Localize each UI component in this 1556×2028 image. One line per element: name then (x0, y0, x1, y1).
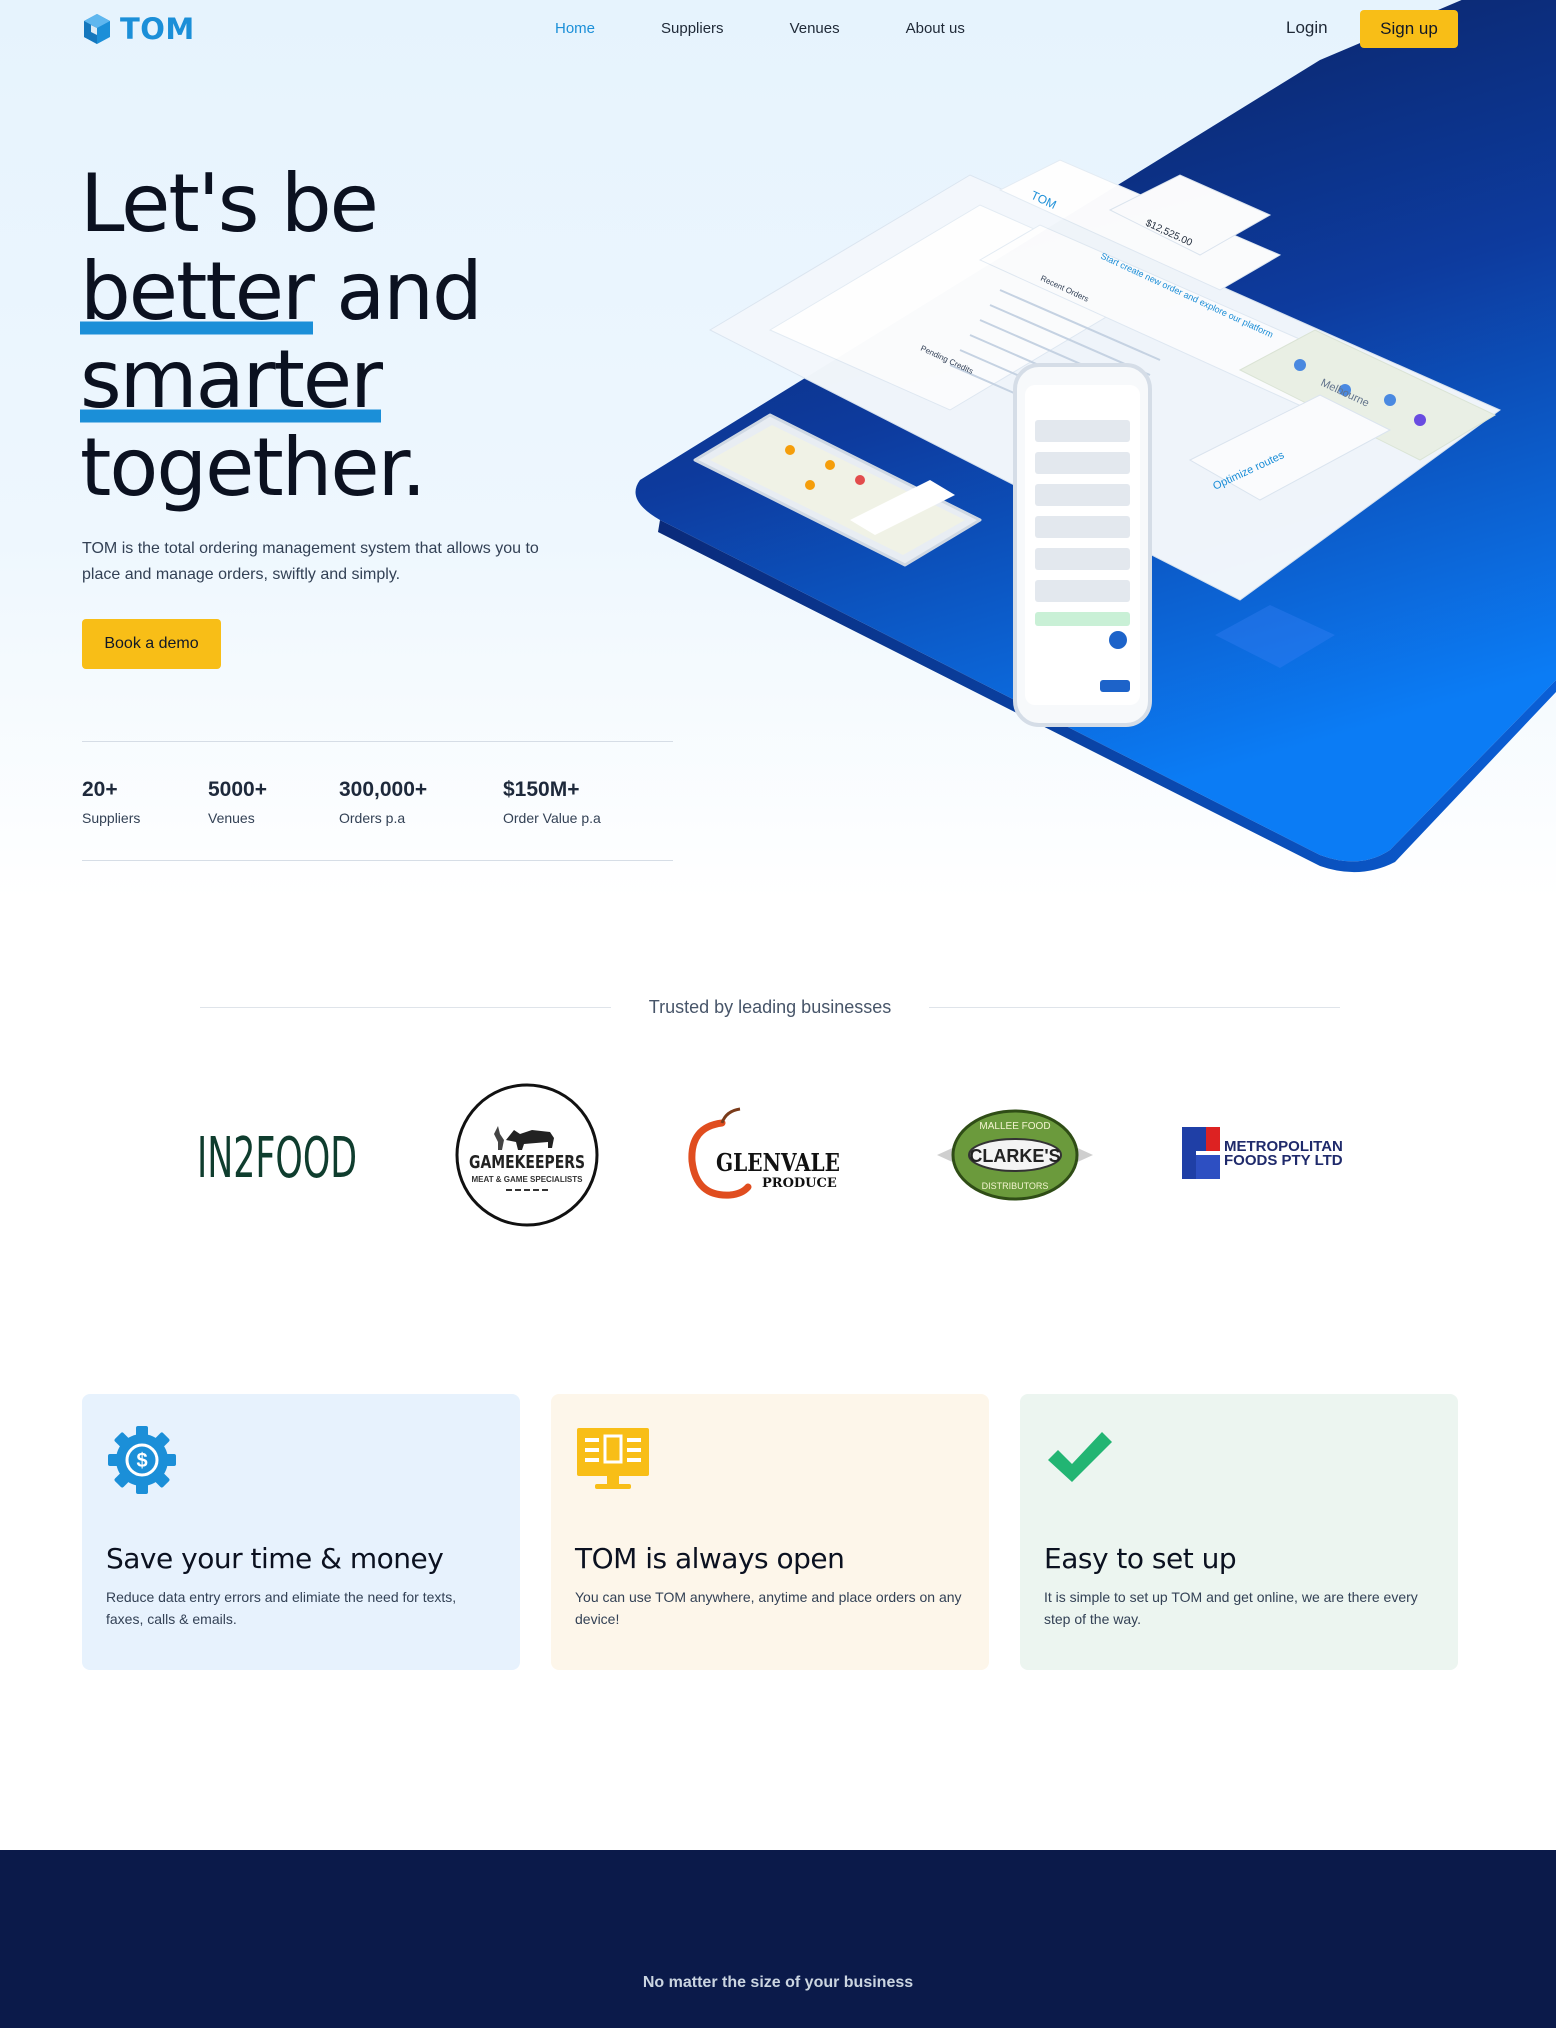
stat-order-value: $150M+ Order Value p.a (503, 778, 663, 826)
stat-label: Suppliers (82, 810, 141, 826)
in2food-logo: IN2FOOD (197, 1126, 357, 1185)
headline-line-2: better and (80, 245, 640, 338)
svg-text:FOODS PTY LTD: FOODS PTY LTD (1224, 1152, 1343, 1169)
stat-orders: 300,000+ Orders p.a (339, 778, 503, 826)
stat-value: 5000+ (208, 778, 267, 801)
cube-logo-icon (84, 14, 110, 44)
hero-subtext: TOM is the total ordering management sys… (82, 540, 539, 583)
gear-dollar-icon: $ (106, 1424, 178, 1501)
signup-button[interactable]: Sign up (1360, 10, 1458, 48)
stat-value: 300,000+ (339, 778, 428, 801)
nav-links: Home Suppliers Venues About us (555, 20, 1031, 37)
svg-text:MEAT & GAME SPECIALISTS: MEAT & GAME SPECIALISTS (472, 1175, 584, 1184)
feature-card-save: $ Save your time & money Reduce data ent… (82, 1394, 520, 1670)
stat-value: $150M+ (503, 778, 580, 801)
navy-band: No matter the size of your business (0, 1850, 1556, 2028)
top-nav: TOM Home Suppliers Venues About us Login… (0, 0, 1556, 58)
svg-text:MALLEE FOOD: MALLEE FOOD (979, 1121, 1050, 1132)
headline-line-1: Let's be (80, 157, 379, 250)
trusted-heading: Trusted by leading businesses (648, 996, 892, 1017)
svg-text:$: $ (136, 1450, 147, 1472)
feature-title: Save your time & money (106, 1542, 444, 1575)
feature-text: It is simple to set up TOM and get onlin… (1044, 1589, 1418, 1627)
nav-link-home[interactable]: Home (555, 20, 595, 37)
headline-line-3: smarter (80, 333, 640, 426)
logo-in2food: IN2FOOD (190, 1080, 370, 1230)
svg-text:PRODUCE: PRODUCE (762, 1176, 837, 1191)
nav-link-about[interactable]: About us (906, 20, 965, 37)
glenvale-logo: GLENVALE PRODUCE (688, 1107, 840, 1199)
logo-clarkes: CLARKE'S MALLEE FOOD DISTRIBUTORS (935, 1080, 1095, 1230)
headline-highlight-smarter: smarter (80, 333, 383, 426)
hero-product-illustration: TOM $12,525.00 Start create new order an… (635, 0, 1556, 873)
stats-row: 20+ Suppliers 5000+ Venues 300,000+ Orde… (82, 778, 663, 826)
trusted-heading-row: Trusted by leading businesses (200, 994, 1341, 1020)
feature-title: Easy to set up (1044, 1542, 1237, 1575)
logo-glenvale: GLENVALE PRODUCE (682, 1080, 852, 1230)
stat-label: Order Value p.a (503, 810, 601, 826)
svg-text:DISTRIBUTORS: DISTRIBUTORS (982, 1181, 1049, 1191)
hero-headline: Let's be better and smarter together. (80, 160, 640, 512)
headline-and: and (336, 245, 483, 338)
clarkes-logo: CLARKE'S MALLEE FOOD DISTRIBUTORS (937, 1109, 1093, 1201)
svg-text:CLARKE'S: CLARKE'S (969, 1146, 1060, 1166)
stats-bottom-divider (82, 860, 673, 861)
checkmark-icon (1044, 1424, 1116, 1493)
svg-text:GLENVALE: GLENVALE (716, 1148, 840, 1177)
band-heading: No matter the size of your business (642, 1974, 914, 1991)
stat-suppliers: 20+ Suppliers (82, 778, 208, 826)
stats-top-divider (82, 741, 673, 742)
stat-value: 20+ (82, 778, 118, 801)
nav-link-suppliers[interactable]: Suppliers (661, 20, 724, 37)
book-demo-button[interactable]: Book a demo (82, 619, 221, 669)
divider (929, 1006, 1341, 1008)
metropolitan-logo: METROPOLITAN FOODS PTY LTD (1182, 1127, 1343, 1179)
client-logos: IN2FOOD GAMEKEEPERS MEAT & GAME SPECIALI… (190, 1080, 1350, 1230)
divider (200, 1006, 611, 1008)
logo-gamekeepers: GAMEKEEPERS MEAT & GAME SPECIALISTS (452, 1080, 602, 1230)
stat-venues: 5000+ Venues (208, 778, 339, 826)
logo[interactable]: TOM (82, 12, 195, 46)
headline-line-4: together. (80, 421, 427, 514)
feature-card-always-open: TOM is always open You can use TOM anywh… (551, 1394, 989, 1670)
feature-title: TOM is always open (575, 1542, 845, 1575)
svg-text:GAMEKEEPERS: GAMEKEEPERS (469, 1152, 585, 1173)
logo-text: TOM (120, 12, 195, 46)
feature-text: You can use TOM anywhere, anytime and pl… (575, 1589, 962, 1627)
monitor-icon (575, 1424, 651, 1499)
headline-highlight-better: better (80, 245, 315, 338)
feature-card-easy-setup: Easy to set up It is simple to set up TO… (1020, 1394, 1458, 1670)
logo-metropolitan: METROPOLITAN FOODS PTY LTD (1180, 1080, 1350, 1230)
nav-link-venues[interactable]: Venues (790, 20, 840, 37)
stat-label: Venues (208, 810, 255, 826)
feature-text: Reduce data entry errors and elimiate th… (106, 1589, 457, 1627)
gamekeepers-logo: GAMEKEEPERS MEAT & GAME SPECIALISTS (455, 1083, 599, 1227)
login-link[interactable]: Login (1286, 18, 1328, 38)
svg-text:IN2FOOD: IN2FOOD (197, 1126, 357, 1185)
stat-label: Orders p.a (339, 810, 406, 826)
